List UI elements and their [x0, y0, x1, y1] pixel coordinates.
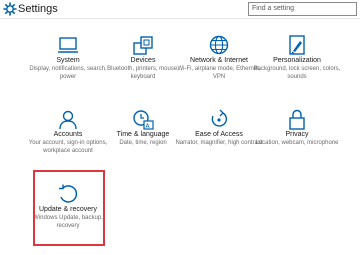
tile-accounts[interactable]: Accounts Your account, sign-in options, …	[29, 107, 107, 171]
search-input[interactable]: Find a setting	[248, 2, 357, 16]
tile-description: Location, webcam, microphone	[255, 140, 339, 146]
search-placeholder: Find a setting	[252, 5, 295, 12]
tile-title: Privacy	[285, 131, 309, 138]
tile-ease-of-access[interactable]: Ease of Access Narrator, magnifier, high…	[175, 107, 263, 171]
tile-title: Personalization	[273, 57, 321, 64]
tile-description: Wi-Fi, airplane mode, Ethernet, VPN	[177, 66, 261, 80]
tile-network[interactable]: Network & Internet Wi-Fi, airplane mode,…	[177, 33, 261, 97]
tile-title: Time & language	[116, 131, 170, 138]
tile-description: Background, lock screen, colors, sounds	[253, 66, 341, 80]
window-title: Settings	[18, 3, 58, 15]
tile-devices[interactable]: Devices Bluetooth, printers, mouse, keyb…	[107, 33, 179, 97]
selection-highlight	[33, 170, 105, 246]
tile-description: Narrator, magnifier, high contrast	[175, 140, 263, 146]
tile-title: Devices	[130, 57, 156, 64]
tile-title: Accounts	[53, 131, 83, 138]
tile-title: System	[56, 57, 80, 64]
tile-title: Network & Internet	[190, 57, 248, 64]
tile-time-language[interactable]: A Time & language Date, time, region	[108, 107, 178, 171]
title-bar: Settings Find a setting	[0, 0, 360, 19]
tile-title: Ease of Access	[195, 131, 243, 138]
tile-personalization[interactable]: Personalization Background, lock screen,…	[254, 33, 340, 97]
tile-privacy[interactable]: Privacy Location, webcam, microphone	[255, 107, 339, 171]
tile-system[interactable]: System Display, notifications, search, p…	[29, 33, 107, 97]
settings-gear-icon	[3, 2, 17, 16]
